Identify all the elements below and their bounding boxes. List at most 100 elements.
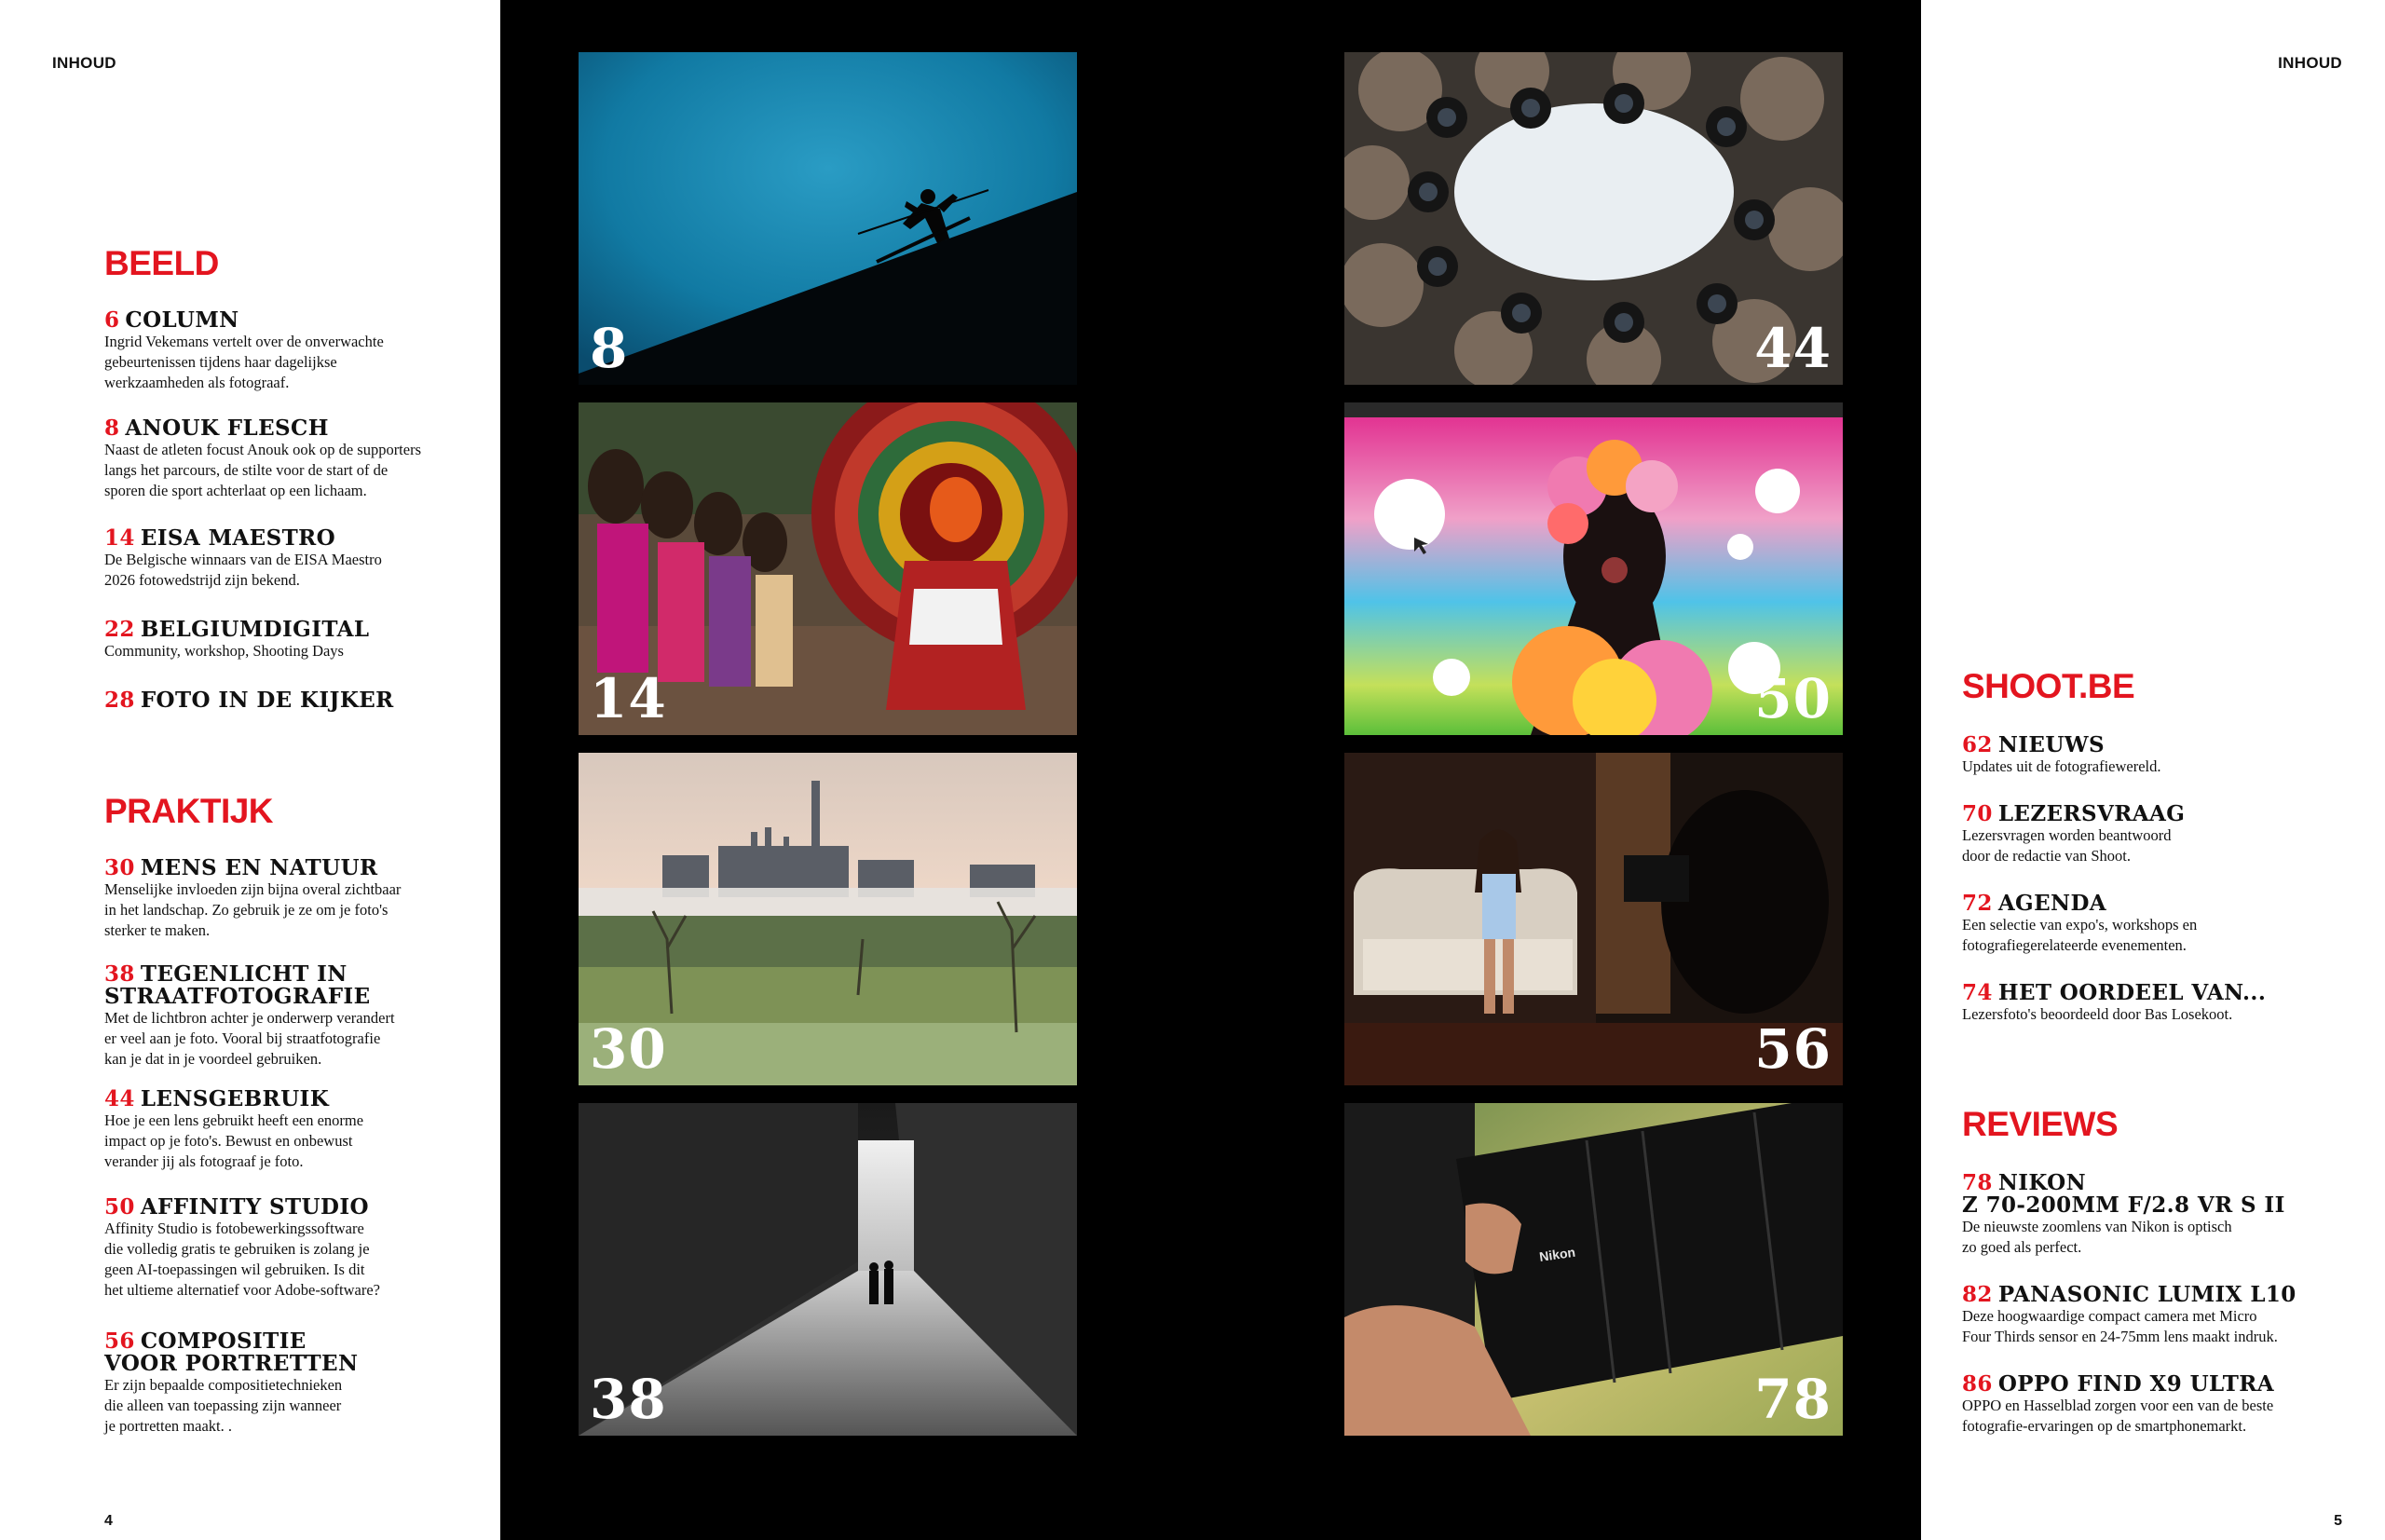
toc-entry-anouk-flesch[interactable]: 8 ANOUK FLESCH Naast de atleten focust An…	[104, 417, 496, 501]
toc-entry-agenda[interactable]: 72 AGENDA Een selectie van expo's, worksh…	[1962, 893, 2363, 956]
desc-line: fotografie-ervaringen op de smartphonema…	[1962, 1417, 2247, 1435]
entry-page-number: 8	[104, 416, 120, 441]
desc-line: verander jij als fotograaf je foto.	[104, 1152, 304, 1170]
desc-line: Naast de atleten focust Anouk ook op de …	[104, 441, 422, 458]
entry-page-number: 14	[104, 525, 135, 551]
desc-line: het ultieme alternatief voor Adobe-softw…	[104, 1281, 380, 1299]
entry-title: MENS EN NATUUR	[140, 855, 378, 880]
toc-entry-foto-in-de-kijker[interactable]: 28 FOTO IN DE KIJKER	[104, 689, 486, 712]
section-heading-beeld: BEELD	[104, 244, 219, 282]
photo-tile-50[interactable]: 50	[1344, 402, 1843, 735]
entry-title: HET OORDEEL VAN...	[1997, 980, 2267, 1005]
entry-title: OPPO FIND X9 ULTRA	[1997, 1371, 2275, 1397]
desc-line: OPPO en Hasselblad zorgen voor een van d…	[1962, 1397, 2274, 1414]
toc-entry-het-oordeel-van[interactable]: 74 HET OORDEEL VAN... Lezersfoto's beoord…	[1962, 982, 2372, 1025]
entry-title: COLUMN	[125, 307, 239, 333]
desc-line: die volledig gratis te gebruiken is zola…	[104, 1240, 370, 1258]
entry-description: OPPO en Hasselblad zorgen voor een van d…	[1962, 1396, 2381, 1437]
photo-tile-14[interactable]: 14	[579, 402, 1077, 735]
photo-tile-78[interactable]: Nikon 78	[1344, 1103, 1843, 1436]
toc-entry-mens-en-natuur[interactable]: 30 MENS EN NATUUR Menselijke invloeden zi…	[104, 857, 486, 941]
running-head-left: INHOUD	[52, 54, 116, 72]
desc-line: Lezersvragen worden beantwoord	[1962, 826, 2172, 844]
desc-line: er veel aan je foto. Vooral bij straatfo…	[104, 1029, 381, 1047]
entry-title: AGENDA	[1997, 891, 2107, 916]
photo-tile-30[interactable]: 30	[579, 753, 1077, 1085]
entry-page-number: 30	[104, 855, 135, 880]
photo-page-number: 44	[1754, 317, 1832, 380]
photo-page-number: 50	[1754, 667, 1832, 730]
section-heading-shoot: SHOOT.BE	[1962, 667, 2135, 705]
photo-tile-56[interactable]: 56	[1344, 753, 1843, 1085]
desc-line: Lezersfoto's beoordeeld door Bas Losekoo…	[1962, 1005, 2233, 1023]
toc-entry-tegenlicht[interactable]: 38 TEGENLICHT IN STRAATFOTOGRAFIE Met de l…	[104, 963, 486, 1070]
toc-entry-lensgebruik[interactable]: 44 LENSGEBRUIK Hoe je een lens gebruikt h…	[104, 1088, 486, 1172]
desc-line: Updates uit de fotografiewereld.	[1962, 757, 2161, 775]
entry-page-number: 56	[104, 1329, 135, 1354]
desc-line: Er zijn bepaalde compositietechnieken	[104, 1376, 343, 1394]
entry-title: PANASONIC LUMIX L10	[1997, 1282, 2296, 1307]
entry-description: Community, workshop, Shooting Days	[104, 641, 486, 661]
entry-page-number: 62	[1962, 732, 1993, 757]
entry-description: Er zijn bepaalde compositietechnieken di…	[104, 1375, 486, 1437]
desc-line: Menselijke invloeden zijn bijna overal z…	[104, 880, 402, 898]
desc-line: fotografiegerelateerde evenementen.	[1962, 936, 2187, 954]
entry-page-number: 28	[104, 688, 135, 713]
photo-page-number: 30	[590, 1017, 667, 1081]
running-head-right: INHOUD	[2278, 54, 2342, 72]
desc-line: Four Thirds sensor en 24-75mm lens maakt…	[1962, 1328, 2278, 1345]
desc-line: langs het parcours, de stilte voor de st…	[104, 461, 388, 479]
desc-line: Hoe je een lens gebruikt heeft een enorm…	[104, 1111, 364, 1129]
photo-tile-38[interactable]: 38	[579, 1103, 1077, 1436]
entry-page-number: 6	[104, 307, 120, 333]
desc-line: in het landschap. Zo gebruik je ze om je…	[104, 901, 388, 919]
page-number-right: 5	[2334, 1513, 2342, 1529]
entry-title: COMPOSITIE	[140, 1329, 307, 1354]
toc-entry-compositie[interactable]: 56 COMPOSITIE VOOR PORTRETTEN Er zijn bepa…	[104, 1330, 486, 1437]
entry-description: Lezersfoto's beoordeeld door Bas Losekoo…	[1962, 1004, 2372, 1025]
desc-line: Ingrid Vekemans vertelt over de onverwac…	[104, 333, 384, 350]
entry-title-line2: Z 70-200MM F/2.8 VR S II	[1962, 1192, 2285, 1218]
toc-entry-affinity-studio[interactable]: 50 AFFINITY STUDIO Affinity Studio is fot…	[104, 1196, 496, 1301]
toc-entry-nieuws[interactable]: 62 NIEUWS Updates uit de fotografiewereld…	[1962, 734, 2363, 777]
toc-entry-lezersvraag[interactable]: 70 LEZERSVRAAG Lezersvragen worden beantw…	[1962, 803, 2363, 866]
entry-title: NIKON	[1997, 1170, 2087, 1195]
desc-line: die alleen van toepassing zijn wanneer	[104, 1397, 342, 1414]
entry-title: FOTO IN DE KIJKER	[140, 688, 394, 713]
left-page: INHOUD BEELD 6 COLUMN Ingrid Vekemans ver…	[0, 0, 500, 1540]
toc-entry-nikon[interactable]: 78 NIKON Z 70-200MM F/2.8 VR S II De nieuw…	[1962, 1172, 2372, 1258]
entry-title: EISA MAESTRO	[140, 525, 336, 551]
desc-line: werkzaamheden als fotograaf.	[104, 374, 290, 391]
entry-page-number: 86	[1962, 1371, 1993, 1397]
entry-description: Affinity Studio is fotobewerkingssoftwar…	[104, 1219, 496, 1301]
entry-description: Ingrid Vekemans vertelt over de onverwac…	[104, 332, 486, 393]
photo-tile-44[interactable]: 44	[1344, 52, 1843, 385]
entry-description: De Belgische winnaars van de EISA Maestr…	[104, 550, 486, 591]
toc-entry-column[interactable]: 6 COLUMN Ingrid Vekemans vertelt over de …	[104, 309, 486, 393]
desc-line: sporen die sport achterlaat op een licha…	[104, 482, 367, 499]
toc-entry-oppo[interactable]: 86 OPPO FIND X9 ULTRA OPPO en Hasselblad …	[1962, 1373, 2381, 1437]
desc-line: Affinity Studio is fotobewerkingssoftwar…	[104, 1220, 364, 1237]
entry-title: AFFINITY STUDIO	[140, 1194, 369, 1220]
desc-line: zo goed als perfect.	[1962, 1238, 2082, 1256]
entry-description: De nieuwste zoomlens van Nikon is optisc…	[1962, 1217, 2372, 1258]
entry-title-line2: STRAATFOTOGRAFIE	[104, 984, 371, 1009]
toc-entry-eisa-maestro[interactable]: 14 EISA MAESTRO De Belgische winnaars van…	[104, 527, 486, 591]
entry-title: LEZERSVRAAG	[1997, 801, 2186, 826]
entry-description: Updates uit de fotografiewereld.	[1962, 756, 2363, 777]
photo-page-number: 8	[590, 317, 629, 380]
photo-tile-8[interactable]: 8	[579, 52, 1077, 385]
entry-description: Naast de atleten focust Anouk ook op de …	[104, 440, 496, 501]
entry-page-number: 74	[1962, 980, 1993, 1005]
entry-description: Een selectie van expo's, workshops en fo…	[1962, 915, 2363, 956]
right-page: INHOUD SHOOT.BE 62 NIEUWS Updates uit de …	[1921, 0, 2385, 1540]
desc-line: gebeurtenissen tijdens haar dagelijkse	[104, 353, 337, 371]
toc-entry-panasonic[interactable]: 82 PANASONIC LUMIX L10 Deze hoogwaardige …	[1962, 1284, 2381, 1347]
entry-description: Met de lichtbron achter je onderwerp ver…	[104, 1008, 486, 1070]
entry-title: LENSGEBRUIK	[140, 1086, 330, 1111]
desc-line: impact op je foto's. Bewust en onbewust	[104, 1132, 353, 1150]
entry-title: BELGIUMDIGITAL	[140, 617, 370, 642]
desc-line: 2026 fotowedstrijd zijn bekend.	[104, 571, 300, 589]
entry-page-number: 72	[1962, 891, 1993, 916]
toc-entry-belgiumdigital[interactable]: 22 BELGIUMDIGITAL Community, workshop, Sh…	[104, 619, 486, 661]
